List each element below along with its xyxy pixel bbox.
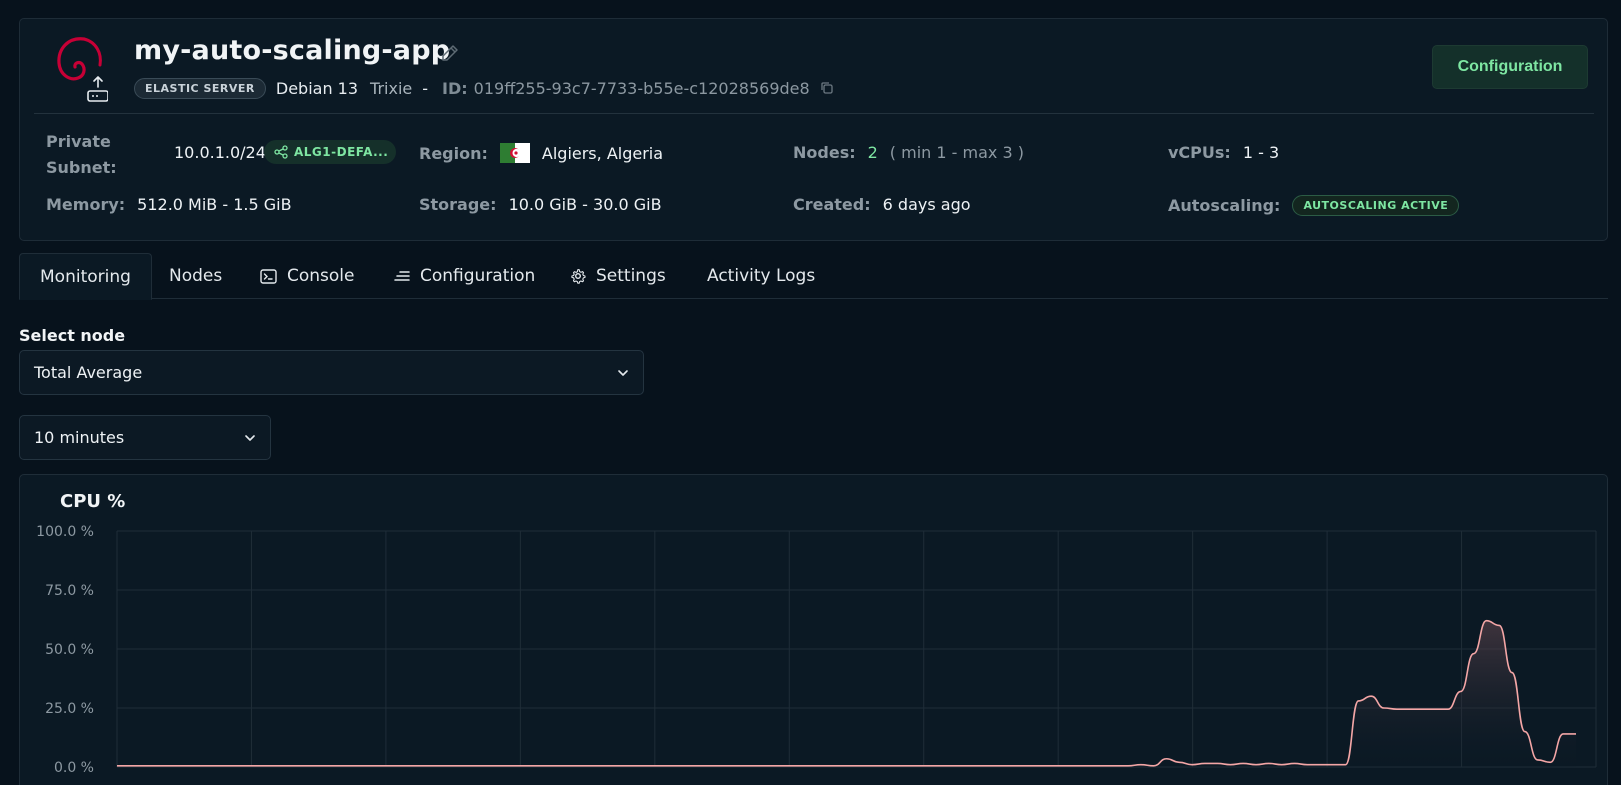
terminal-icon xyxy=(260,268,277,284)
tab-nodes[interactable]: Nodes xyxy=(169,253,222,299)
private-subnet-text: 10.0.1.0/24 xyxy=(174,143,266,162)
app-meta-row: ELASTIC SERVER Debian 13 Trixie - ID: 01… xyxy=(134,77,834,99)
created-field: Created: 6 days ago xyxy=(793,195,971,214)
vpc-tag-label: ALG1-DEFA... xyxy=(294,145,389,159)
tab-settings-label: Settings xyxy=(596,266,666,286)
nodes-field: Nodes: 2 ( min 1 - max 3 ) xyxy=(793,143,1024,162)
tab-bar: Monitoring Nodes Console Configuration S… xyxy=(19,253,1608,300)
private-subnet-value: 10.0.1.0/24 xyxy=(174,143,266,162)
nodes-label: Nodes: xyxy=(793,143,856,162)
time-range-select[interactable]: 10 minutes xyxy=(19,415,271,460)
tab-activity-logs-label: Activity Logs xyxy=(707,266,816,286)
os-codename: Trixie xyxy=(370,78,413,98)
upload-server-icon xyxy=(87,76,108,102)
cpu-series-area xyxy=(117,620,1576,767)
lines-icon xyxy=(394,271,410,281)
vcpus-value: 1 - 3 xyxy=(1242,143,1280,162)
server-type-badge: ELASTIC SERVER xyxy=(134,77,266,99)
tab-console-label: Console xyxy=(287,266,355,286)
memory-label: Memory: xyxy=(46,195,126,214)
app-title: my-auto-scaling-app xyxy=(134,35,451,66)
region-label: Region: xyxy=(419,143,488,163)
vcpus-field: vCPUs: 1 - 3 xyxy=(1168,143,1279,162)
edit-icon[interactable] xyxy=(440,43,460,63)
vcpus-label: vCPUs: xyxy=(1168,143,1231,162)
cpu-chart: 100.0 % 75.0 % 50.0 % 25.0 % 0.0 % xyxy=(36,524,1597,776)
storage-field: Storage: 10.0 GiB - 30.0 GiB xyxy=(419,195,662,214)
vpc-tag[interactable]: ALG1-DEFA... xyxy=(264,140,396,164)
storage-label: Storage: xyxy=(419,195,497,214)
share-network-icon xyxy=(274,145,288,159)
tab-activity-logs[interactable]: Activity Logs xyxy=(707,253,815,299)
tab-monitoring[interactable]: Monitoring xyxy=(19,253,152,300)
card-divider xyxy=(34,113,1594,114)
id-label: ID: xyxy=(442,78,468,98)
tab-configuration[interactable]: Configuration xyxy=(394,253,535,299)
created-value: 6 days ago xyxy=(882,195,971,214)
id-value: 019ff255-93c7-7733-b55e-c12028569de8 xyxy=(473,78,810,98)
node-select[interactable]: Total Average xyxy=(19,350,644,395)
time-range-value: 10 minutes xyxy=(34,428,125,447)
configuration-button[interactable]: Configuration xyxy=(1432,45,1588,89)
select-node-label: Select node xyxy=(19,326,126,345)
nodes-value: 2 xyxy=(867,143,878,162)
node-select-value: Total Average xyxy=(34,363,143,382)
autoscaling-field: Autoscaling: AUTOSCALING ACTIVE xyxy=(1168,195,1460,216)
region-field: Region: Algiers, Algeria xyxy=(419,143,663,163)
nodes-range: ( min 1 - max 3 ) xyxy=(889,143,1024,162)
tab-configuration-label: Configuration xyxy=(420,266,536,286)
gear-icon xyxy=(571,268,586,284)
algeria-flag-icon xyxy=(499,143,530,163)
chevron-down-icon xyxy=(618,369,628,376)
meta-separator: - xyxy=(422,78,429,98)
copy-icon[interactable] xyxy=(820,81,834,95)
tab-console[interactable]: Console xyxy=(260,253,355,299)
y-tick-label: 0.0 % xyxy=(54,760,94,776)
server-summary-card: my-auto-scaling-app ELASTIC SERVER Debia… xyxy=(19,18,1608,241)
tab-settings[interactable]: Settings xyxy=(570,253,666,299)
os-name: Debian 13 xyxy=(275,78,359,98)
y-tick-label: 75.0 % xyxy=(45,583,94,599)
autoscaling-label: Autoscaling: xyxy=(1168,196,1281,215)
storage-value: 10.0 GiB - 30.0 GiB xyxy=(508,195,662,214)
tab-nodes-label: Nodes xyxy=(169,266,223,286)
autoscaling-status-badge: AUTOSCALING ACTIVE xyxy=(1292,195,1460,216)
y-tick-label: 50.0 % xyxy=(45,642,94,658)
chevron-down-icon xyxy=(245,434,255,441)
cpu-chart-card: CPU % 100.0 % 75.0 % 50.0 % 25.0 % 0.0 % xyxy=(19,474,1608,785)
memory-field: Memory: 512.0 MiB - 1.5 GiB xyxy=(46,195,292,214)
region-value: Algiers, Algeria xyxy=(541,143,664,163)
created-label: Created: xyxy=(793,195,871,214)
private-subnet-label: Private Subnet: xyxy=(46,132,117,177)
tab-monitoring-label: Monitoring xyxy=(40,266,131,287)
debian-server-logo xyxy=(57,37,108,102)
y-tick-label: 25.0 % xyxy=(45,701,94,717)
y-tick-label: 100.0 % xyxy=(36,524,94,540)
memory-value: 512.0 MiB - 1.5 GiB xyxy=(137,195,292,214)
